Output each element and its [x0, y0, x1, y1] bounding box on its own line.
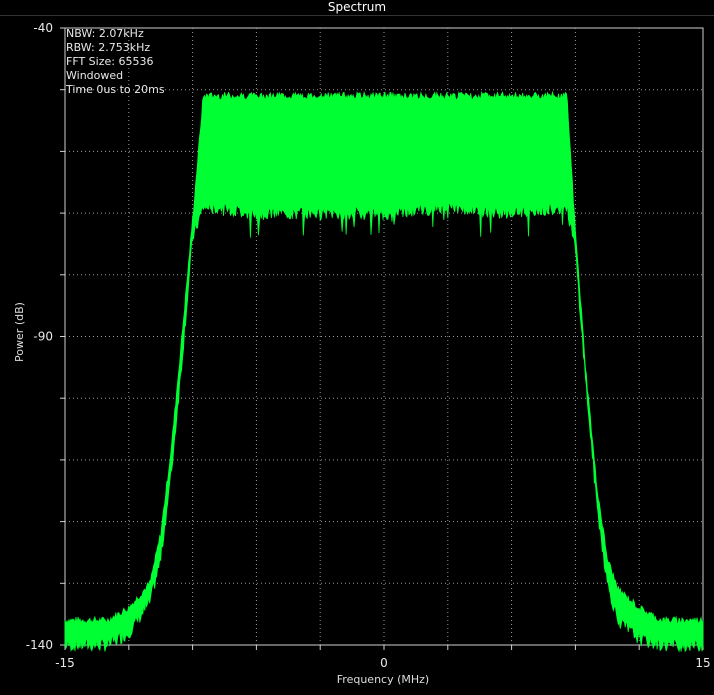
- y-tick-label: -90: [33, 330, 53, 344]
- x-tick-label: 0: [380, 656, 388, 670]
- y-tick-label: -40: [33, 21, 53, 35]
- x-tick-label: -15: [55, 656, 75, 670]
- info-time-range: Time 0us to 20ms: [66, 83, 165, 96]
- info-nbw: NBW: 2.07kHz: [66, 27, 144, 40]
- spectrum-chart: -15 0 15 -40 -90 -140: [26, 21, 711, 670]
- info-windowed: Windowed: [66, 69, 124, 82]
- info-rbw: RBW: 2.753kHz: [66, 41, 151, 54]
- x-axis-label: Frequency (MHz): [336, 673, 430, 686]
- x-tick-label: 15: [695, 656, 710, 670]
- y-axis-label: Power (dB): [13, 302, 26, 362]
- info-fft-size: FFT Size: 65536: [66, 55, 154, 68]
- y-tick-label: -140: [26, 638, 53, 652]
- measurement-info: NBW: 2.07kHz RBW: 2.753kHz FFT Size: 655…: [66, 27, 165, 97]
